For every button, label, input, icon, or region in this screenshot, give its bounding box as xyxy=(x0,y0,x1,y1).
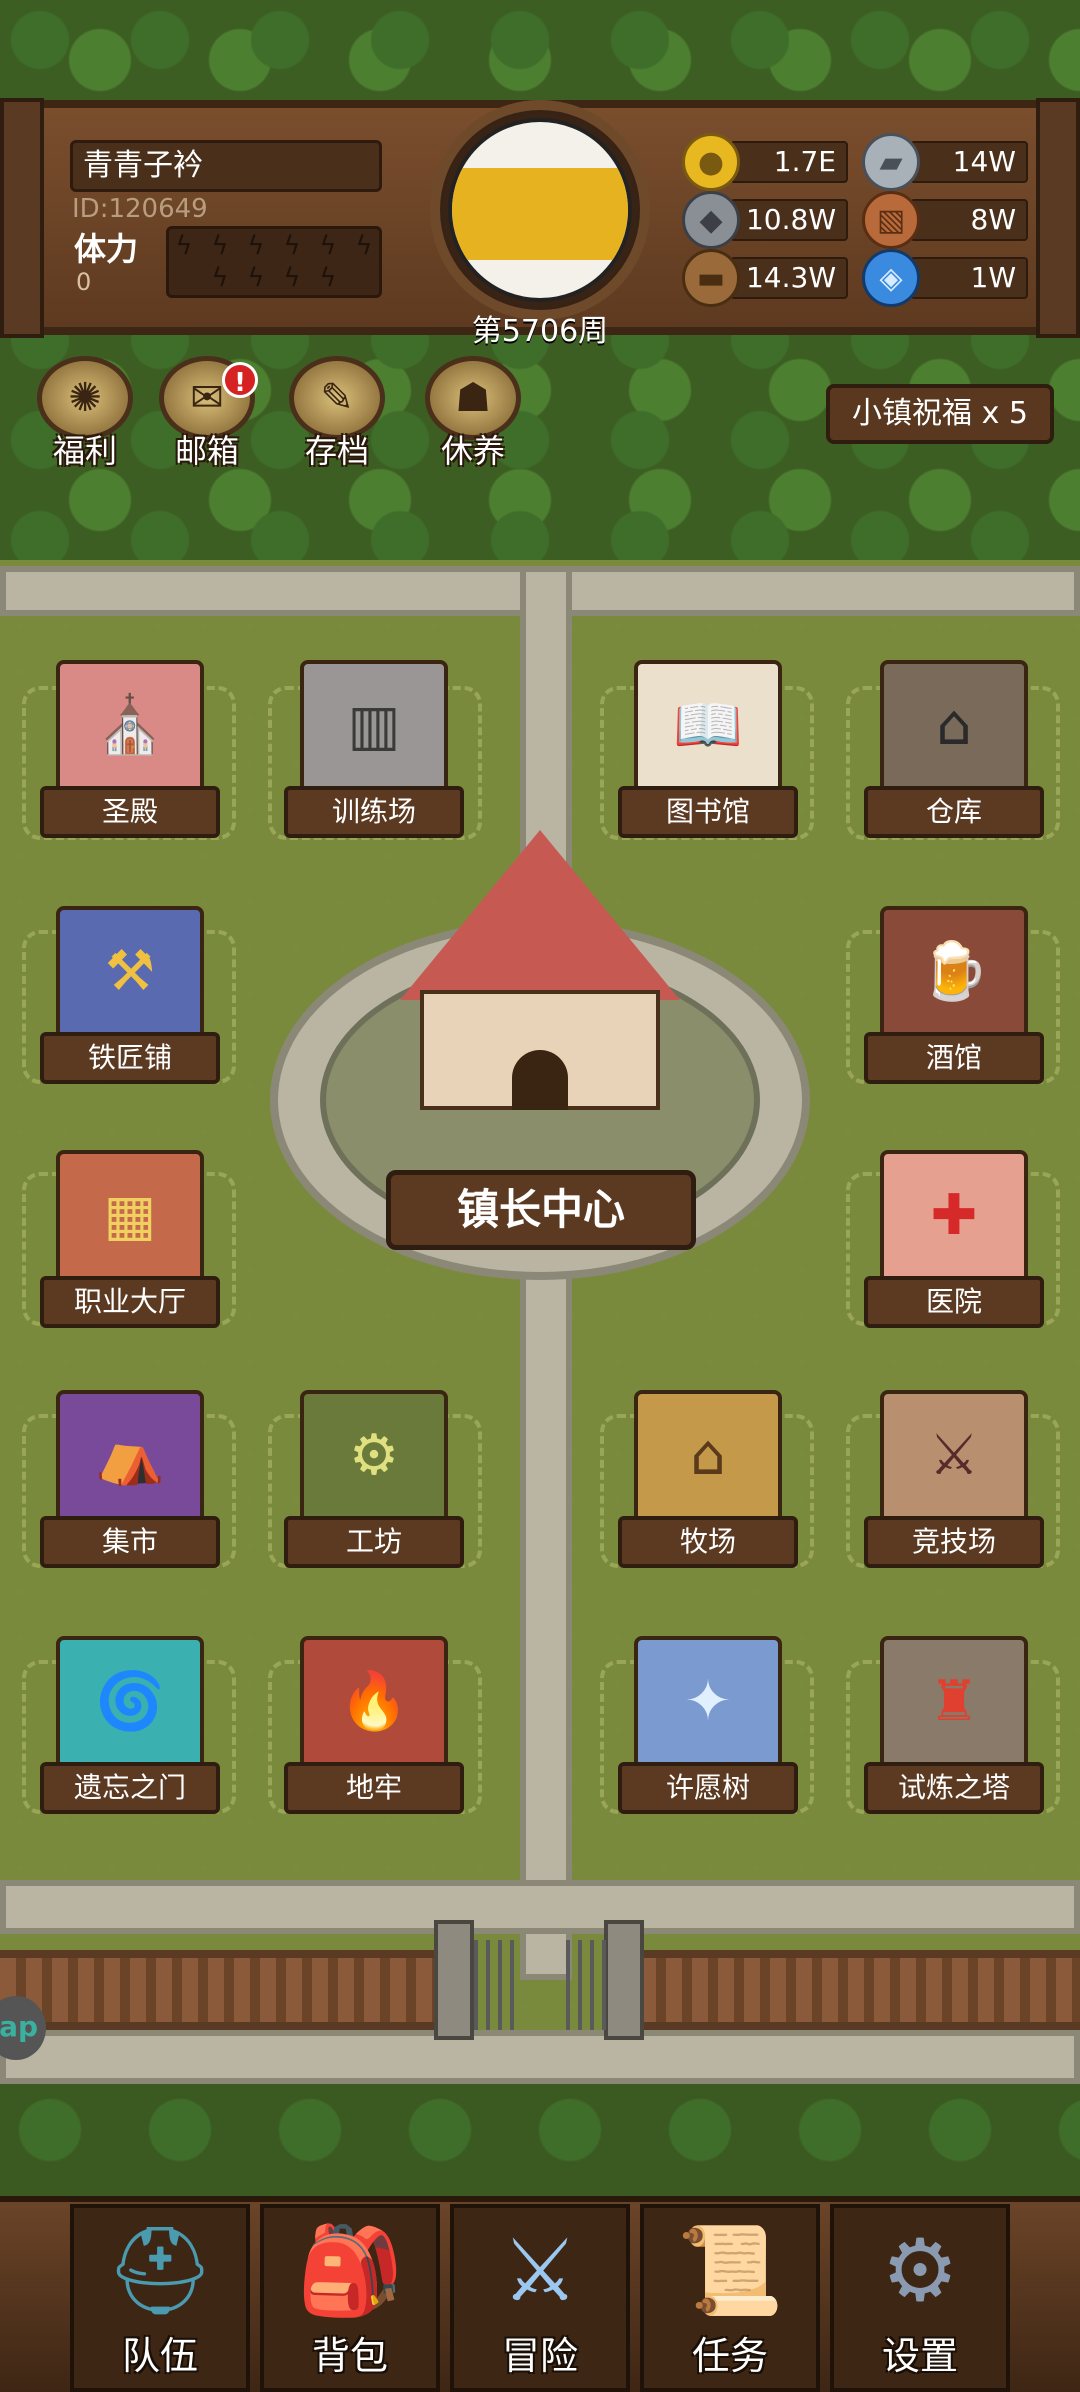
player-id: ID:120649 xyxy=(72,194,208,224)
week-counter: 第5706周 xyxy=(471,314,609,349)
road-gate xyxy=(0,2030,1080,2084)
resource-crystal[interactable]: ◈ 1W xyxy=(862,249,1028,307)
building-tavern[interactable]: 🍺 酒馆 xyxy=(864,906,1044,1096)
stamina-bolt-icon: ϟ xyxy=(211,263,229,293)
building-training-ground[interactable]: ▥ 训练场 xyxy=(284,660,464,850)
road-bottom xyxy=(0,1880,1080,1934)
shortcut-welfare[interactable]: ✺ 福利 xyxy=(30,356,140,476)
player-name[interactable]: 青青子衿 xyxy=(70,140,382,192)
resource-value: 8W xyxy=(910,199,1028,241)
resource-wood[interactable]: ▬ 14.3W xyxy=(682,249,848,307)
townhall-door-icon xyxy=(512,1050,568,1110)
wood-post-left xyxy=(0,98,44,338)
building-ranch[interactable]: ⌂ 牧场 xyxy=(618,1390,798,1580)
gears-icon: ⚙ xyxy=(881,2221,959,2321)
market-tent-icon: ⛺ xyxy=(56,1390,204,1520)
town-blessing-button[interactable]: 小镇祝福 x 5 xyxy=(826,384,1054,444)
trial-tower-icon: ♜ xyxy=(880,1636,1028,1766)
book-icon: 📖 xyxy=(634,660,782,790)
stamina-bolt-icon: ϟ xyxy=(283,231,301,261)
stamina-bolt-icon: ϟ xyxy=(175,231,193,261)
warehouse-icon: ⌂ xyxy=(880,660,1028,790)
fence-left xyxy=(0,1950,440,2030)
resource-leather[interactable]: ▧ 8W xyxy=(862,191,1028,249)
leather-hide-icon: ▧ xyxy=(862,191,920,249)
resource-value: 1W xyxy=(910,257,1028,299)
fence-right xyxy=(640,1950,1080,2030)
clock-progress-band xyxy=(452,168,628,260)
nav-backpack-button[interactable]: 🎒 背包 xyxy=(260,2204,440,2392)
building-blacksmith[interactable]: ⚒ 铁匠铺 xyxy=(40,906,220,1096)
building-trial-tower[interactable]: ♜ 试炼之塔 xyxy=(864,1636,1044,1826)
nav-team-button[interactable]: ⛑ 队伍 xyxy=(70,2204,250,2392)
gate-post-right xyxy=(604,1920,644,2040)
nav-quest-button[interactable]: 📜 任务 xyxy=(640,2204,820,2392)
stamina-label: 体力 xyxy=(74,230,139,268)
stamina-bolt-icon: ϟ xyxy=(247,231,265,261)
building-warehouse[interactable]: ⌂ 仓库 xyxy=(864,660,1044,850)
training-ground-icon: ▥ xyxy=(300,660,448,790)
stamina-bolt-icon: ϟ xyxy=(355,231,373,261)
building-sanctuary[interactable]: ⛪ 圣殿 xyxy=(40,660,220,850)
nav-settings-button[interactable]: ⚙ 设置 xyxy=(830,2204,1010,2392)
building-library[interactable]: 📖 图书馆 xyxy=(618,660,798,850)
helmet-icon: ⛑ xyxy=(105,2221,215,2321)
hospital-cross-icon: ✚ xyxy=(880,1150,1028,1280)
resource-gold[interactable]: ● 1.7E xyxy=(682,133,848,191)
wishing-tree-icon: ✦ xyxy=(634,1636,782,1766)
resource-value: 14W xyxy=(910,141,1028,183)
stamina-bolt-icon: ϟ xyxy=(319,231,337,261)
week-clock-face[interactable] xyxy=(448,118,632,302)
stamina-bolt-icon: ϟ xyxy=(283,263,301,293)
backpack-icon: 🎒 xyxy=(296,2221,404,2321)
gate-door-left[interactable] xyxy=(474,1940,514,2030)
ranch-barn-icon: ⌂ xyxy=(634,1390,782,1520)
workshop-icon: ⚙ xyxy=(300,1390,448,1520)
quest-scroll-icon: 📜 xyxy=(676,2221,784,2321)
stone-ore-icon: ◆ xyxy=(682,191,740,249)
portal-swirl-icon: 🌀 xyxy=(56,1636,204,1766)
building-forgotten-gate[interactable]: 🌀 遗忘之门 xyxy=(40,1636,220,1826)
crystal-icon: ◈ xyxy=(862,249,920,307)
crossed-swords-icon: ⚔ xyxy=(501,2221,579,2321)
wood-log-icon: ▬ xyxy=(682,249,740,307)
resource-stone[interactable]: ◆ 10.8W xyxy=(682,191,848,249)
iron-ingot-icon: ▰ xyxy=(862,133,920,191)
job-hall-icon: ▦ xyxy=(56,1150,204,1280)
mail-alert-badge: ! xyxy=(222,362,258,398)
building-dungeon[interactable]: 🔥 地牢 xyxy=(284,1636,464,1826)
resource-value: 10.8W xyxy=(730,199,848,241)
resource-value: 14.3W xyxy=(730,257,848,299)
shortcut-rest[interactable]: ☗ 休养 xyxy=(418,356,528,476)
resource-iron[interactable]: ▰ 14W xyxy=(862,133,1028,191)
arena-icon: ⚔ xyxy=(880,1390,1028,1520)
resource-value: 1.7E xyxy=(730,141,848,183)
stamina-bolt-icon: ϟ xyxy=(319,263,337,293)
gold-coin-icon: ● xyxy=(682,133,740,191)
stamina-value: 0 xyxy=(76,268,92,296)
road-center-lower xyxy=(520,1240,572,1980)
building-workshop[interactable]: ⚙ 工坊 xyxy=(284,1390,464,1580)
nav-adventure-button[interactable]: ⚔ 冒险 xyxy=(450,2204,630,2392)
building-job-hall[interactable]: ▦ 职业大厅 xyxy=(40,1150,220,1340)
building-wishing-tree[interactable]: ✦ 许愿树 xyxy=(618,1636,798,1826)
townhall-label[interactable]: 镇长中心 xyxy=(386,1170,696,1250)
building-arena[interactable]: ⚔ 竞技场 xyxy=(864,1390,1044,1580)
tavern-icon: 🍺 xyxy=(880,906,1028,1036)
stamina-bar[interactable]: ϟ ϟ ϟ ϟ ϟ ϟ ϟ ϟ ϟ ϟ xyxy=(166,226,382,298)
sanctuary-icon: ⛪ xyxy=(56,660,204,790)
gate-post-left xyxy=(434,1920,474,2040)
townhall-roof[interactable] xyxy=(400,830,680,1000)
gate-door-right[interactable] xyxy=(566,1940,606,2030)
dungeon-flame-icon: 🔥 xyxy=(300,1636,448,1766)
building-hospital[interactable]: ✚ 医院 xyxy=(864,1150,1044,1340)
building-market[interactable]: ⛺ 集市 xyxy=(40,1390,220,1580)
stamina-bolt-icon: ϟ xyxy=(211,231,229,261)
shortcut-save[interactable]: ✎ 存档 xyxy=(282,356,392,476)
stamina-bolt-icon: ϟ xyxy=(247,263,265,293)
anvil-icon: ⚒ xyxy=(56,906,204,1036)
wood-post-right xyxy=(1036,98,1080,338)
